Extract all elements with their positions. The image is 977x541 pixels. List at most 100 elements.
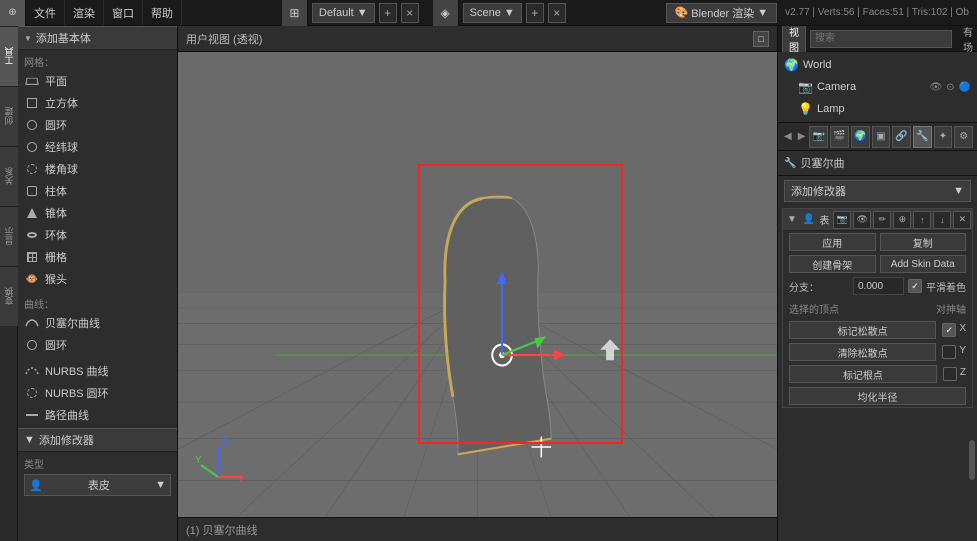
list-item[interactable]: 经纬球 bbox=[18, 136, 177, 158]
close-editor1-btn[interactable]: × bbox=[401, 3, 419, 23]
viewport-maximize-btn[interactable]: □ bbox=[753, 31, 769, 47]
tab-transform[interactable]: 变换 bbox=[0, 266, 18, 326]
add-primitive-header[interactable]: ▼ 添加基本体 bbox=[18, 26, 177, 50]
prop-icon-scene[interactable]: 🎬 bbox=[830, 126, 849, 148]
eye-icon[interactable]: 👁 bbox=[929, 82, 942, 93]
right-arrow[interactable]: ▶ bbox=[796, 131, 808, 142]
mod-eye-icon[interactable]: 👁 bbox=[853, 211, 871, 229]
menu-window[interactable]: 窗口 bbox=[104, 0, 143, 25]
top-menu-bar: ⊕ 文件 渲染 窗口 帮助 ⊞ Default ▼ + × ◈ Scene ▼ … bbox=[0, 0, 977, 26]
tab-tools[interactable]: 工具 bbox=[0, 26, 18, 86]
mod-render-icon[interactable]: 📷 bbox=[833, 211, 851, 229]
ico-sphere-label: 楼角球 bbox=[45, 161, 78, 177]
visibility-icon[interactable]: ⊙ bbox=[946, 82, 954, 93]
list-item[interactable]: NURBS 圆环 bbox=[18, 382, 177, 404]
z-toggle[interactable] bbox=[943, 367, 957, 381]
outliner-area: 🌍 World 📷 Camera 👁 ⊙ 🔵 💡 Lamp bbox=[778, 52, 977, 123]
prop-icon-particles[interactable]: ✦ bbox=[934, 126, 953, 148]
menu-render[interactable]: 渲染 bbox=[65, 0, 104, 25]
list-item[interactable]: 贝塞尔曲线 bbox=[18, 312, 177, 334]
list-item[interactable]: 立方体 bbox=[18, 92, 177, 114]
add-skin-data-btn[interactable]: Add Skin Data bbox=[880, 255, 967, 273]
mod-delete-icon[interactable]: ✕ bbox=[953, 211, 971, 229]
editor1-btn[interactable]: Default ▼ bbox=[312, 3, 375, 23]
prop-icon-render[interactable]: 📷 bbox=[809, 126, 828, 148]
mod-edit-icon[interactable]: ✏ bbox=[873, 211, 891, 229]
tab-display[interactable]: 显示 bbox=[0, 206, 18, 266]
apply-btn[interactable]: 应用 bbox=[789, 233, 876, 251]
modifier-type-select[interactable]: 👤 表皮 ▼ bbox=[24, 474, 171, 496]
render-icon[interactable]: 🔵 bbox=[959, 82, 971, 93]
add-modifier-header[interactable]: ▼ 添加修改器 bbox=[18, 428, 177, 452]
uv-sphere-icon bbox=[24, 139, 40, 155]
mark-root-btn[interactable]: 标记根点 bbox=[789, 365, 937, 383]
prop-icon-object[interactable]: ▣ bbox=[872, 126, 891, 148]
camera-icon: 📷 bbox=[798, 80, 813, 94]
editor2-btn[interactable]: Scene ▼ bbox=[463, 3, 522, 23]
clear-loose-row: 清除松散点 Y bbox=[783, 341, 972, 363]
tab-create[interactable]: 创建 bbox=[0, 86, 18, 146]
y-axis-label: Y bbox=[959, 345, 966, 359]
equalize-row: 均化半径 bbox=[783, 385, 972, 407]
viewport-3d[interactable]: Z X Y bbox=[178, 52, 777, 517]
blender-icon[interactable]: ⊕ bbox=[0, 0, 26, 26]
x-toggle[interactable]: ✓ bbox=[942, 323, 956, 337]
add-editor2-btn[interactable]: + bbox=[526, 3, 544, 23]
list-item[interactable]: 锥体 bbox=[18, 202, 177, 224]
path-icon bbox=[24, 407, 40, 423]
menu-help[interactable]: 帮助 bbox=[143, 0, 182, 25]
list-item[interactable]: 路径曲线 bbox=[18, 404, 177, 426]
mod-up-icon[interactable]: ↑ bbox=[913, 211, 931, 229]
add-editor1-btn[interactable]: + bbox=[379, 3, 397, 23]
list-item[interactable]: 💡 Lamp bbox=[778, 98, 977, 120]
torus-icon bbox=[24, 227, 40, 243]
right-scrollbar-area bbox=[778, 410, 977, 541]
prop-icon-world[interactable]: 🌍 bbox=[851, 126, 870, 148]
branch-label: 分支： bbox=[789, 279, 849, 294]
clear-loose-btn[interactable]: 清除松散点 bbox=[789, 343, 936, 361]
close-editor2-btn[interactable]: × bbox=[548, 3, 566, 23]
equalize-btn[interactable]: 均化半径 bbox=[789, 387, 966, 405]
bezier-label: 贝塞尔曲线 bbox=[45, 315, 100, 331]
smooth-toggle[interactable]: ✓ bbox=[908, 279, 922, 293]
list-item[interactable]: 平面 bbox=[18, 70, 177, 92]
engine-icon: 🎨 bbox=[675, 6, 689, 19]
list-item[interactable]: 栅格 bbox=[18, 246, 177, 268]
left-arrow[interactable]: ◀ bbox=[782, 131, 794, 142]
list-item[interactable]: 柱体 bbox=[18, 180, 177, 202]
uv-sphere-label: 经纬球 bbox=[45, 139, 78, 155]
modifier-card-header: ▼ 👤 表 📷 👁 ✏ ⊕ ↑ ↓ ✕ bbox=[783, 209, 972, 231]
branch-value-field[interactable]: 0.000 bbox=[853, 277, 904, 295]
mark-loose-btn[interactable]: 标记松散点 bbox=[789, 321, 936, 339]
create-skeleton-btn[interactable]: 创建骨架 bbox=[789, 255, 876, 273]
add-modifier-btn[interactable]: 添加修改器 ▼ bbox=[784, 180, 971, 202]
list-item[interactable]: 🌍 World bbox=[778, 54, 977, 76]
mark-loose-text: 标记松散点 bbox=[838, 323, 888, 338]
mod-cage-icon[interactable]: ⊕ bbox=[893, 211, 911, 229]
lamp-label: Lamp bbox=[817, 103, 971, 115]
modifier-card: ▼ 👤 表 📷 👁 ✏ ⊕ ↑ ↓ ✕ 应用 复制 bbox=[782, 208, 973, 408]
mod-down-icon[interactable]: ↓ bbox=[933, 211, 951, 229]
y-toggle[interactable] bbox=[942, 345, 956, 359]
engine-btn[interactable]: 🎨 Blender 渲染 ▼ bbox=[666, 3, 778, 23]
search-input[interactable] bbox=[810, 30, 952, 48]
prop-icon-modifier[interactable]: 🔧 bbox=[913, 126, 932, 148]
list-item[interactable]: 📷 Camera 👁 ⊙ 🔵 bbox=[778, 76, 977, 98]
scene-svg bbox=[178, 52, 777, 517]
list-item[interactable]: 环体 bbox=[18, 224, 177, 246]
modifier-type-label: 类型 bbox=[24, 456, 171, 471]
collapse-icon[interactable]: ▼ bbox=[787, 214, 797, 225]
list-item[interactable]: 🐵 猴头 bbox=[18, 268, 177, 290]
prop-icon-physics[interactable]: ⚙ bbox=[954, 126, 973, 148]
list-item[interactable]: 圆环 bbox=[18, 334, 177, 356]
list-item[interactable]: 圆环 bbox=[18, 114, 177, 136]
menu-file[interactable]: 文件 bbox=[26, 0, 65, 25]
copy-btn[interactable]: 复制 bbox=[880, 233, 967, 251]
mark-root-row: 标记根点 Z bbox=[783, 363, 972, 385]
prop-icon-constraints[interactable]: 🔗 bbox=[892, 126, 911, 148]
list-item[interactable]: 楼角球 bbox=[18, 158, 177, 180]
list-item[interactable]: NURBS 曲线 bbox=[18, 360, 177, 382]
main-content: 工具 创建 关系 显示 变换 ▼ 添加基本体 网格： 平面 立方体 圆环 bbox=[0, 26, 977, 541]
tab-relations[interactable]: 关系 bbox=[0, 146, 18, 206]
scrollbar-handle[interactable] bbox=[969, 440, 975, 480]
